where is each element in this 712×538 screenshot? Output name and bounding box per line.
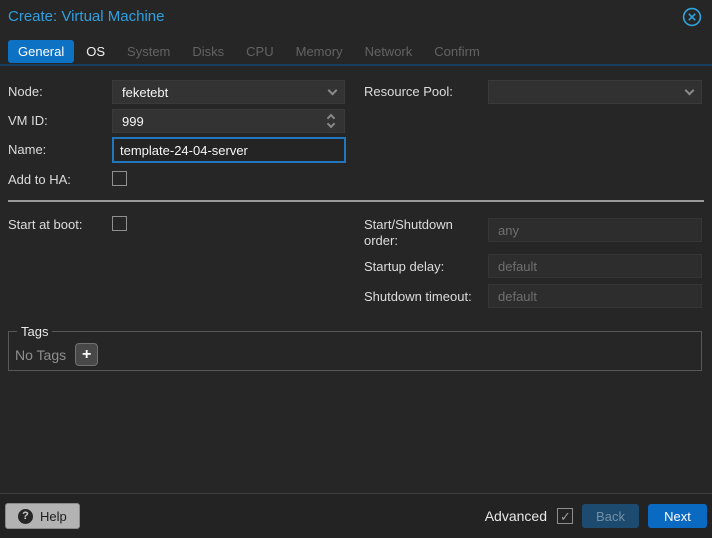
tags-fieldset: Tags No Tags + [8, 324, 702, 371]
question-icon: ? [18, 509, 33, 524]
tab-memory: Memory [286, 40, 353, 63]
add-to-ha-checkbox[interactable] [112, 171, 127, 186]
name-input[interactable] [112, 137, 346, 163]
dialog-footer: ? Help Advanced Back Next [0, 493, 712, 538]
help-button[interactable]: ? Help [5, 503, 80, 529]
shutdown-timeout-label: Shutdown timeout: [364, 289, 472, 305]
no-tags-text: No Tags [15, 347, 66, 363]
help-button-label: Help [40, 509, 67, 524]
create-vm-dialog: Create: Virtual Machine General OS Syste… [0, 0, 712, 538]
wizard-tabbar: General OS System Disks CPU Memory Netwo… [0, 38, 712, 66]
tags-row: No Tags + [15, 343, 693, 366]
tags-legend: Tags [17, 324, 52, 339]
tab-general[interactable]: General [8, 40, 74, 63]
vmid-spinner-wrap [112, 109, 345, 133]
startup-order-wrap [488, 218, 702, 242]
tab-system: System [117, 40, 180, 63]
startup-delay-label: Startup delay: [364, 259, 444, 275]
dialog-title: Create: Virtual Machine [8, 8, 164, 25]
tab-os[interactable]: OS [76, 40, 115, 63]
add-to-ha-label: Add to HA: [8, 172, 71, 188]
node-select[interactable] [112, 80, 345, 104]
startup-order-input[interactable] [488, 218, 702, 242]
section-separator [8, 200, 704, 202]
add-tag-button[interactable]: + [75, 343, 98, 366]
startup-order-label: Start/Shutdown order: [364, 217, 482, 249]
plus-icon: + [82, 346, 91, 363]
start-at-boot-label: Start at boot: [8, 217, 82, 233]
startup-delay-input[interactable] [488, 254, 702, 278]
shutdown-timeout-input[interactable] [488, 284, 702, 308]
close-icon[interactable] [682, 7, 702, 27]
advanced-checkbox[interactable] [557, 508, 573, 524]
name-label: Name: [8, 142, 46, 158]
tab-cpu: CPU [236, 40, 283, 63]
resource-pool-select[interactable] [488, 80, 702, 104]
vmid-label: VM ID: [8, 113, 48, 129]
advanced-label: Advanced [485, 508, 547, 524]
startup-delay-wrap [488, 254, 702, 278]
resource-pool-label: Resource Pool: [364, 84, 453, 100]
footer-actions: Advanced Back Next [485, 504, 707, 528]
back-button[interactable]: Back [582, 504, 639, 528]
name-input-wrap [112, 137, 346, 163]
node-combo-wrap [112, 80, 345, 104]
tab-confirm: Confirm [424, 40, 490, 63]
tab-network: Network [355, 40, 423, 63]
node-label: Node: [8, 84, 43, 100]
tab-disks: Disks [182, 40, 234, 63]
shutdown-timeout-wrap [488, 284, 702, 308]
vmid-input[interactable] [112, 109, 345, 133]
start-at-boot-checkbox[interactable] [112, 216, 127, 231]
resource-pool-combo-wrap [488, 80, 702, 104]
next-button[interactable]: Next [648, 504, 707, 528]
